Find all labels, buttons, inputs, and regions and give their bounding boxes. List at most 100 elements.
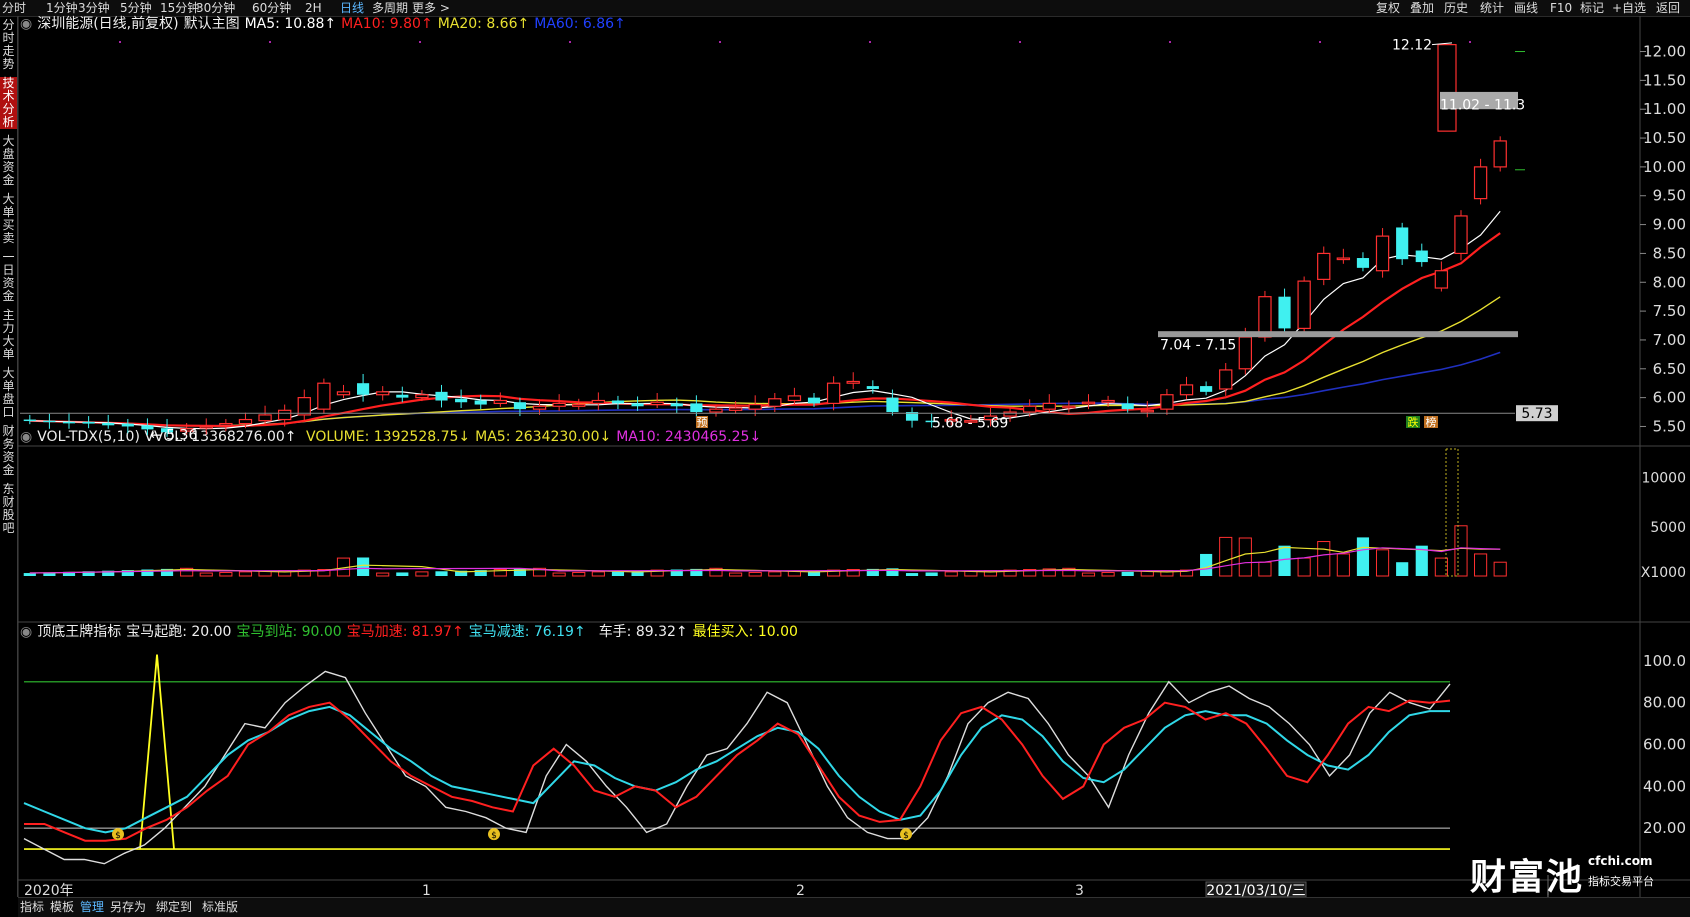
bottom-tab-2[interactable]: 管理 — [80, 899, 104, 916]
y-tick-label: 8.00 — [1653, 273, 1686, 291]
candle-up — [1179, 384, 1194, 396]
tool-button-1[interactable]: 叠加 — [1410, 0, 1434, 16]
collapse-icon[interactable]: ◉ — [20, 429, 32, 445]
tool-button-4[interactable]: 画线 — [1514, 0, 1538, 16]
volume-bar — [258, 570, 272, 577]
tool-button-5[interactable]: F10 — [1550, 0, 1572, 16]
candle-up — [552, 402, 566, 407]
volume-bar — [513, 568, 527, 576]
volume-bar — [199, 572, 213, 577]
y-tick-label: 11.00 — [1643, 100, 1686, 118]
tool-button-2[interactable]: 历史 — [1444, 0, 1468, 16]
period-tab-9[interactable]: 多周期 — [372, 0, 408, 16]
candle-up — [1022, 405, 1037, 413]
bottom-tab-5[interactable]: 标准版 — [202, 899, 238, 916]
candle-up — [1101, 399, 1115, 403]
period-tab-6[interactable]: 60分钟 — [252, 0, 291, 16]
volume-bar — [474, 570, 487, 576]
volume-bar — [219, 571, 233, 577]
period-tab-7[interactable]: 2H — [305, 0, 322, 16]
main-mode[interactable]: 默认主图 — [184, 16, 240, 32]
volume-bar — [1493, 561, 1507, 577]
sidebar-item-0[interactable]: 分时走势 — [0, 19, 17, 71]
tool-button-0[interactable]: 复权 — [1376, 0, 1400, 16]
tool-button-8[interactable]: 返回 — [1656, 0, 1680, 16]
volume-bar — [1238, 537, 1252, 577]
stock-name[interactable]: 深圳能源(日线,前复权) — [37, 16, 178, 32]
volume-bar — [1081, 572, 1096, 577]
sidebar-item-4[interactable]: 一日资金 — [0, 251, 17, 303]
indicator-name[interactable]: 顶底王牌指标 — [37, 624, 121, 640]
volume-bar — [552, 572, 566, 577]
sidebar-item-1[interactable]: 技术分析 — [0, 77, 17, 129]
volume-bar — [1101, 571, 1115, 577]
period-tab-1[interactable]: 1分钟 — [46, 0, 78, 16]
collapse-icon[interactable]: ◉ — [20, 16, 32, 32]
period-tab-3[interactable]: 5分钟 — [120, 0, 152, 16]
period-tab-8[interactable]: 日线 — [340, 0, 364, 16]
top-dot — [569, 41, 571, 43]
period-tab-0[interactable]: 分时 — [2, 0, 26, 16]
candle-up — [376, 391, 390, 396]
watermark-subtitle: 指标交易平台 — [1588, 875, 1654, 888]
candle-up — [1375, 235, 1390, 272]
y-tick-label: 12.00 — [1643, 43, 1686, 61]
buy-value: 最佳买入: 10.00 — [692, 624, 798, 640]
sidebar-item-5[interactable]: 主力大单 — [0, 309, 17, 361]
buy-signal-glyph: $ — [903, 831, 909, 841]
buy-signal-glyph: $ — [491, 831, 497, 841]
candle-up — [748, 403, 762, 410]
current-price-label: 5.73 — [1521, 406, 1552, 422]
vol-name[interactable]: VOL-TDX(5,10) — [37, 429, 140, 445]
bottom-tab-4[interactable]: 绑定到 — [156, 899, 192, 916]
collapse-icon[interactable]: ◉ — [20, 624, 32, 640]
sidebar-item-7[interactable]: 财务资金 — [0, 425, 17, 477]
candle-up — [1454, 215, 1468, 255]
candle-up — [317, 382, 331, 410]
volume-bar — [925, 572, 938, 576]
vol-ma5-value: MA5: 2634230.00↓ — [475, 429, 612, 445]
volume-bar — [944, 571, 958, 577]
kline-chart[interactable]: 12.00 11.50 11.00 10.50 10.00 9.50 9.00 8.50 8.0… — [0, 0, 1690, 916]
volume-bar — [1278, 545, 1291, 576]
candle-up — [1140, 409, 1154, 413]
candle-up — [238, 418, 253, 425]
price-tag — [1516, 405, 1558, 422]
sidebar-item-8[interactable]: 东财股吧 — [0, 483, 17, 535]
volume-value: VOLUME: 1392528.75↓ — [305, 429, 471, 445]
sidebar-item-6[interactable]: 大单盘口 — [0, 367, 17, 419]
period-tab-2[interactable]: 3分钟 — [78, 0, 110, 16]
vol-tick-label: X1000 — [1641, 565, 1686, 581]
mark-badge — [1406, 416, 1420, 428]
period-tab-5[interactable]: 30分钟 — [196, 0, 235, 16]
sidebar-item-3[interactable]: 大单买卖 — [0, 193, 17, 245]
candle-down — [1415, 250, 1428, 263]
sidebar-item-2[interactable]: 大盘资金 — [0, 135, 17, 187]
volume-bar — [1474, 553, 1488, 577]
bottom-tab-1[interactable]: 模板 — [50, 899, 74, 916]
candle-down — [513, 402, 527, 410]
volume-bar — [748, 571, 762, 577]
candle-down — [866, 386, 879, 389]
y-tick-label: 6.00 — [1653, 389, 1686, 407]
candle-up — [493, 399, 508, 404]
candle-down — [102, 423, 115, 426]
volume-bar — [827, 569, 841, 577]
candle-down — [1396, 227, 1409, 260]
period-tab-4[interactable]: 15分钟 — [160, 0, 199, 16]
volume-bar — [983, 570, 998, 577]
bottom-tab-3[interactable]: 另存为 — [110, 899, 146, 916]
period-tab-10[interactable]: 更多 > — [412, 0, 450, 16]
volume-bar — [82, 571, 95, 576]
tool-button-6[interactable]: 标记 — [1580, 0, 1604, 16]
volume-bar — [964, 570, 978, 577]
y-tick-label: 8.50 — [1653, 244, 1686, 262]
top-dot — [119, 41, 121, 43]
tool-button-3[interactable]: 统计 — [1480, 0, 1504, 16]
tool-button-7[interactable]: +自选 — [1612, 0, 1646, 16]
arrive-value: 宝马到站: 90.00 — [236, 624, 342, 640]
ma60-value: MA60: 6.86↑ — [534, 16, 626, 32]
main-panel-title: ◉ 深圳能源(日线,前复权) 默认主图 MA5: 10.88↑ MA10: 9.80↑ M… — [20, 16, 631, 32]
bottom-tab-0[interactable]: 指标 — [20, 899, 44, 916]
candle-down — [121, 423, 134, 427]
